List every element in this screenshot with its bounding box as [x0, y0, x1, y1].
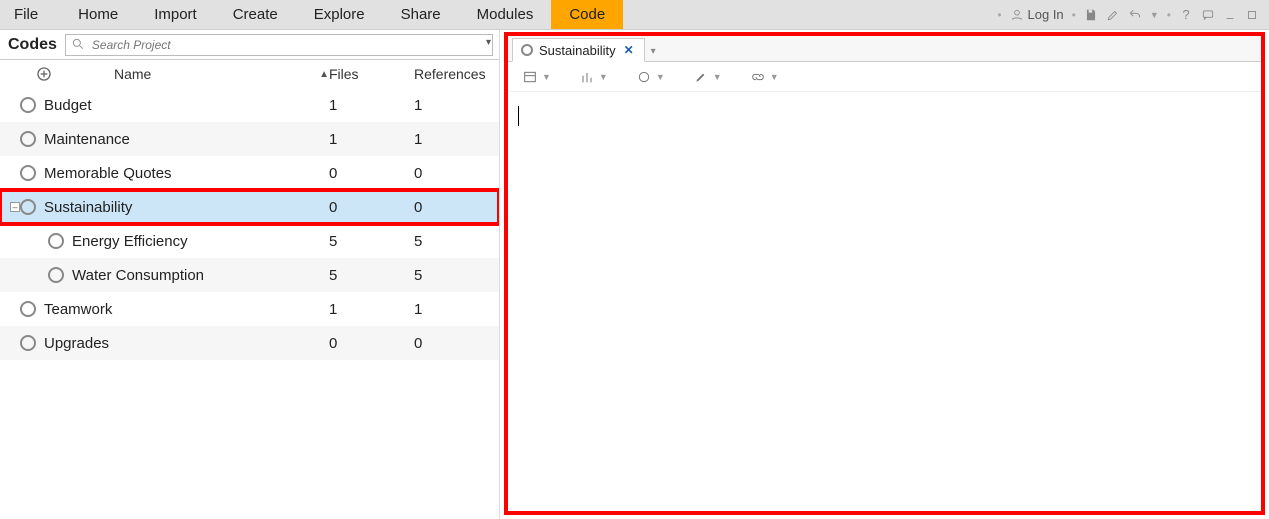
code-row-teamwork[interactable]: Teamwork11: [0, 292, 499, 326]
col-refs-header[interactable]: References: [414, 66, 499, 82]
help-icon[interactable]: ?: [1179, 8, 1193, 22]
search-drop-icon[interactable]: ▾: [486, 37, 491, 48]
tab-sustainability[interactable]: Sustainability ✕: [512, 38, 645, 62]
login-button[interactable]: Log In: [1010, 7, 1064, 22]
layout-tool[interactable]: ▼: [522, 69, 551, 85]
comment-icon[interactable]: [1201, 8, 1215, 22]
editor-area[interactable]: [508, 92, 1261, 511]
menu-bar: FileHomeImportCreateExploreShareModulesC…: [0, 0, 1269, 30]
close-icon[interactable]: ✕: [622, 43, 636, 57]
row-files: 0: [329, 199, 414, 216]
undo-icon[interactable]: [1128, 8, 1142, 22]
search-wrap: ▾: [65, 34, 493, 56]
search-icon: [71, 37, 85, 51]
row-files: 5: [329, 267, 414, 284]
panel-header: Codes ▾: [0, 30, 499, 60]
node-icon: [521, 44, 533, 56]
node-icon: [20, 97, 36, 113]
row-name: Teamwork: [36, 301, 329, 318]
menu-right: • Log In • ▼ • ?: [997, 7, 1269, 22]
link-tool[interactable]: ▼: [750, 69, 779, 85]
user-icon: [1010, 8, 1024, 22]
col-name-label: Name: [114, 66, 151, 82]
node-icon: [20, 131, 36, 147]
codes-panel: Codes ▾ Name ▲ Files References Budget11…: [0, 30, 500, 519]
tab-label: Sustainability: [539, 43, 616, 58]
menu-code[interactable]: Code: [551, 0, 623, 29]
code-row-energy-efficiency[interactable]: Energy Efficiency55: [0, 224, 499, 258]
node-icon: [48, 233, 64, 249]
tab-strip: Sustainability ✕ ▾: [508, 36, 1261, 62]
row-files: 1: [329, 97, 414, 114]
edit-icon[interactable]: [1106, 8, 1120, 22]
code-row-maintenance[interactable]: Maintenance11: [0, 122, 499, 156]
row-name: Sustainability: [36, 199, 329, 216]
row-files: 0: [329, 335, 414, 352]
row-refs: 5: [414, 267, 499, 284]
row-files: 0: [329, 165, 414, 182]
node-icon: [20, 199, 36, 215]
code-row-memorable-quotes[interactable]: Memorable Quotes00: [0, 156, 499, 190]
menu-left: FileHomeImportCreateExploreShareModulesC…: [0, 0, 623, 29]
panel-title: Codes: [0, 36, 65, 54]
add-code-icon[interactable]: [36, 66, 52, 82]
node-icon: [20, 165, 36, 181]
row-name: Budget: [36, 97, 329, 114]
minimize-icon[interactable]: [1223, 8, 1237, 22]
row-refs: 1: [414, 97, 499, 114]
node-icon: [20, 335, 36, 351]
node-icon: [48, 267, 64, 283]
codes-tree: Budget11Maintenance11Memorable Quotes00–…: [0, 88, 499, 519]
row-refs: 0: [414, 165, 499, 182]
tree-header: Name ▲ Files References: [0, 60, 499, 88]
row-name: Memorable Quotes: [36, 165, 329, 182]
code-row-upgrades[interactable]: Upgrades00: [0, 326, 499, 360]
dot-sep: •: [1167, 8, 1171, 22]
search-input[interactable]: [65, 34, 493, 56]
circle-tool[interactable]: ▼: [636, 69, 665, 85]
undo-drop[interactable]: ▼: [1150, 10, 1159, 20]
workspace: Codes ▾ Name ▲ Files References Budget11…: [0, 30, 1269, 519]
node-icon: [20, 301, 36, 317]
sort-asc-icon: ▲: [319, 69, 329, 80]
row-refs: 0: [414, 199, 499, 216]
text-cursor: [518, 106, 519, 126]
row-name: Maintenance: [36, 131, 329, 148]
row-name: Water Consumption: [64, 267, 329, 284]
code-row-water-consumption[interactable]: Water Consumption55: [0, 258, 499, 292]
dot-sep: •: [997, 8, 1001, 22]
col-name-header[interactable]: Name ▲: [52, 66, 329, 82]
dot-sep: •: [1072, 8, 1076, 22]
menu-create[interactable]: Create: [215, 0, 296, 29]
menu-share[interactable]: Share: [383, 0, 459, 29]
row-refs: 1: [414, 301, 499, 318]
maximize-icon[interactable]: [1245, 8, 1259, 22]
tab-drop-icon[interactable]: ▾: [645, 42, 662, 61]
row-files: 5: [329, 233, 414, 250]
menu-file[interactable]: File: [0, 0, 60, 29]
code-row-budget[interactable]: Budget11: [0, 88, 499, 122]
code-row-sustainability[interactable]: –Sustainability00: [0, 190, 499, 224]
highlight-tool[interactable]: ▼: [693, 69, 722, 85]
col-files-header[interactable]: Files: [329, 66, 414, 82]
row-name: Upgrades: [36, 335, 329, 352]
chart-tool[interactable]: ▼: [579, 69, 608, 85]
detail-panel: Sustainability ✕ ▾ ▼ ▼ ▼ ▼ ▼: [504, 32, 1265, 515]
row-refs: 0: [414, 335, 499, 352]
expander-icon[interactable]: –: [10, 202, 20, 212]
menu-import[interactable]: Import: [136, 0, 215, 29]
save-icon[interactable]: [1084, 8, 1098, 22]
row-refs: 1: [414, 131, 499, 148]
menu-explore[interactable]: Explore: [296, 0, 383, 29]
row-refs: 5: [414, 233, 499, 250]
row-files: 1: [329, 131, 414, 148]
detail-toolbar: ▼ ▼ ▼ ▼ ▼: [508, 62, 1261, 92]
menu-home[interactable]: Home: [60, 0, 136, 29]
row-files: 1: [329, 301, 414, 318]
menu-modules[interactable]: Modules: [459, 0, 552, 29]
login-label: Log In: [1028, 7, 1064, 22]
row-name: Energy Efficiency: [64, 233, 329, 250]
